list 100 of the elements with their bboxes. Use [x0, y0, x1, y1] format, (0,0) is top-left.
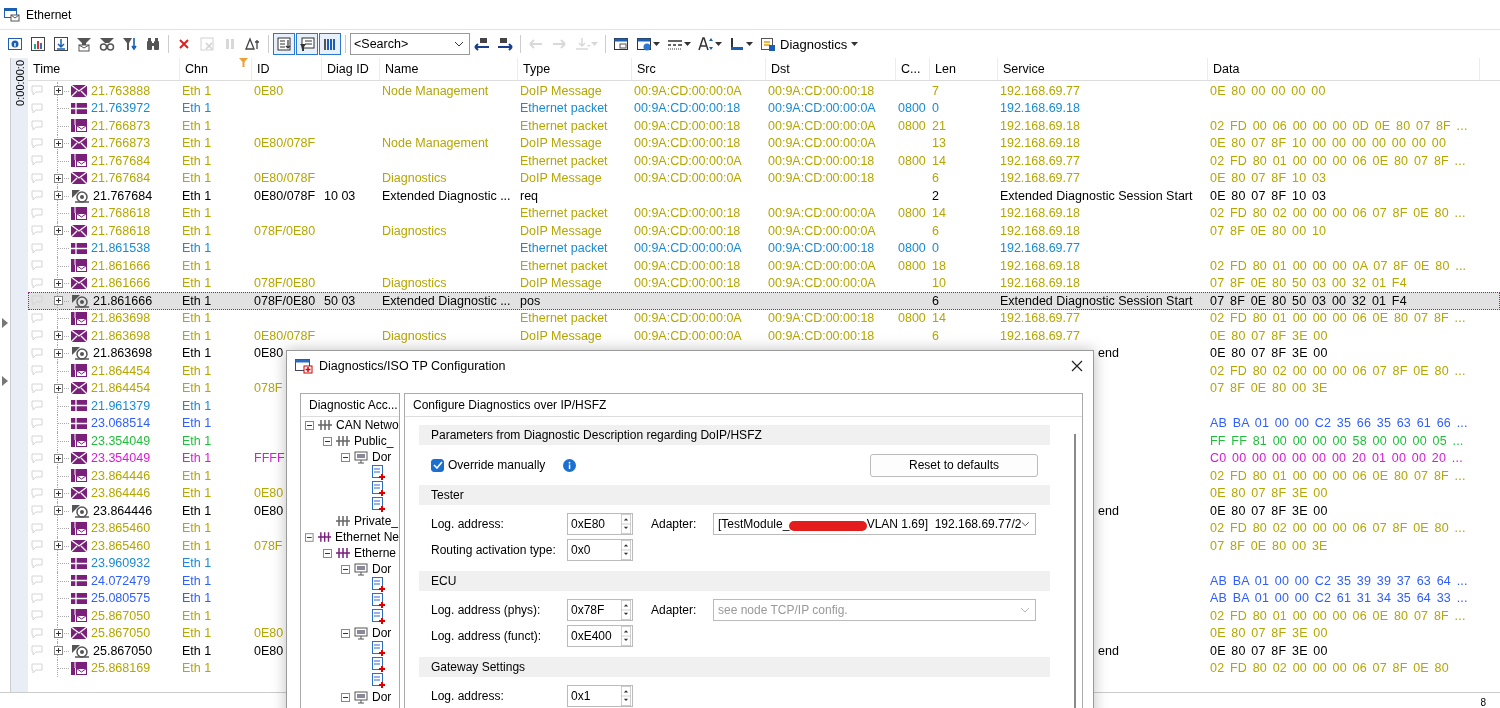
table-cell: 07 8F 0E 80 00 3E	[1210, 381, 1328, 396]
table-cell: 0	[932, 241, 939, 256]
table-cell: Eth 1	[182, 381, 212, 396]
table-cell: 0E 80 07 8F 3E 00	[1210, 626, 1328, 641]
table-cell: 21.961379	[91, 398, 151, 413]
table-cell: DoIP Message	[520, 328, 602, 343]
table-cell: 0E80	[254, 503, 284, 518]
table-cell: 0800	[898, 101, 926, 116]
table-cell: 192.168.69.18	[1000, 118, 1080, 133]
table-cell: Extended Diagnostic Session Start	[1000, 293, 1193, 308]
table-cell: 21.768618	[91, 223, 151, 238]
table-cell: 25.868169	[91, 661, 151, 676]
table-cell: 00:9A:CD:00:00:0A	[634, 311, 742, 326]
table-cell: 21.864454	[91, 381, 151, 396]
table-cell: AB BA 01 00 00 C2 35 39 39 37 63 64 ...	[1210, 573, 1468, 588]
table-cell: Eth 1	[182, 241, 212, 256]
table-cell: 24.072479	[91, 573, 151, 588]
table-cell: 02 FD 80 02 00 00 00 06 07 8F 0E 80 ...	[1210, 521, 1466, 536]
table-cell: 02 FD 80 02 00 00 00 06 07 8F 0E 80 ...	[1210, 363, 1466, 378]
table-cell: 00:9A:CD:00:00:0A	[634, 241, 742, 256]
table-cell: end	[1098, 346, 1119, 361]
table-cell: 00:9A:CD:00:00:18	[634, 118, 741, 133]
field-label: Log. address (phys):	[431, 603, 542, 617]
table-cell: 14	[932, 311, 946, 326]
table-cell: 6	[932, 171, 939, 186]
table-cell: 00:9A:CD:00:00:18	[768, 311, 875, 326]
table-cell: Eth 1	[182, 153, 212, 168]
table-cell: DoIP Message	[520, 136, 602, 151]
checkbox-label: Override manually	[448, 458, 546, 472]
table-cell: 07 8F 0E 80 00 10	[1210, 223, 1327, 238]
field-label: Adapter:	[651, 603, 698, 617]
table-cell: Eth 1	[182, 276, 212, 291]
table-cell: Eth 1	[182, 101, 212, 116]
table-cell: 192.168.69.77	[1000, 241, 1080, 256]
field-label: Log. address:	[431, 517, 505, 531]
section-header: Gateway Settings	[431, 660, 526, 674]
table-cell: 10 03	[324, 188, 356, 203]
table-cell: 192.168.69.18	[1000, 258, 1080, 273]
table-cell: 21.861666	[91, 258, 151, 273]
table-cell: Diagnostics	[382, 223, 447, 238]
table-cell: Extended Diagnostic ...	[382, 293, 511, 308]
table-cell: Eth 1	[182, 398, 212, 413]
table-cell: 192.168.69.77	[1000, 153, 1080, 168]
table-cell: 078F/0E80	[254, 223, 316, 238]
section-header: Tester	[431, 488, 464, 502]
table-cell: 0E80/078F	[254, 171, 316, 186]
table-cell: Eth 1	[182, 83, 212, 98]
table-cell: 23.865460	[91, 521, 151, 536]
table-cell: Eth 1	[182, 451, 212, 466]
table-cell: 00:9A:CD:00:00:18	[768, 241, 875, 256]
table-cell: 0800	[898, 118, 926, 133]
time-marker: 0:00:00:0	[13, 60, 26, 106]
table-cell: 21	[932, 118, 946, 133]
table-cell: 25.080575	[91, 591, 151, 606]
table-cell: 18	[932, 258, 946, 273]
table-cell: 00:9A:CD:00:00:0A	[768, 136, 876, 151]
pane-header: Configure Diagnostics over IP/HSFZ	[413, 398, 607, 412]
table-cell: 078F/0E80	[254, 276, 316, 291]
table-cell: FFFF	[254, 451, 285, 466]
table-cell: 6	[932, 223, 939, 238]
table-cell: 192.168.69.77	[1000, 83, 1080, 98]
table-cell: pos	[520, 293, 541, 308]
table-cell: 0E80/078F	[254, 136, 316, 151]
table-cell: Diagnostics	[382, 328, 447, 343]
table-cell: Node Management	[382, 136, 489, 151]
status-value: 8	[1480, 696, 1486, 708]
pane-header: Diagnostic Acc...	[309, 398, 398, 412]
table-cell: 192.168.69.77	[1000, 171, 1080, 186]
table-cell: 192.168.69.18	[1000, 223, 1080, 238]
table-cell: 23.960932	[91, 556, 151, 571]
table-cell: 21.864454	[91, 363, 151, 378]
table-cell: 50 03	[324, 293, 356, 308]
table-cell: 0E 80 07 8F 3E 00	[1210, 346, 1328, 361]
table-cell: 00:9A:CD:00:00:0A	[634, 153, 742, 168]
table-cell: 00:9A:CD:00:00:0A	[768, 223, 876, 238]
table-cell: 23.354049	[91, 451, 151, 466]
table-cell: 23.354049	[91, 433, 151, 448]
table-cell: Eth 1	[182, 293, 212, 308]
table-cell: 00:9A:CD:00:00:18	[768, 153, 875, 168]
table-cell: DoIP Message	[520, 83, 602, 98]
table-cell: 7	[932, 83, 939, 98]
table-cell: 21.863698	[91, 311, 151, 326]
table-cell: Eth 1	[182, 433, 212, 448]
table-cell: 0E80	[254, 83, 284, 98]
table-cell: Eth 1	[182, 538, 212, 553]
table-cell: 25.867050	[91, 608, 151, 623]
table-cell: Eth 1	[182, 311, 212, 326]
table-cell: Eth 1	[182, 363, 212, 378]
table-cell: 0E80/078F	[254, 328, 316, 343]
table-cell: Eth 1	[182, 346, 212, 361]
table-cell: 078F	[254, 381, 283, 396]
table-cell: 21.766873	[91, 118, 151, 133]
table-cell: 192.168.69.77	[1000, 311, 1080, 326]
table-cell: 25.867050	[91, 626, 151, 641]
table-cell: 00:9A:CD:00:00:18	[768, 328, 875, 343]
table-cell: 00:9A:CD:00:00:18	[634, 101, 741, 116]
table-cell: 6	[932, 328, 939, 343]
dialog-title: Diagnostics/ISO TP Configuration	[319, 359, 506, 373]
table-cell: Eth 1	[182, 486, 212, 501]
table-cell: Extended Diagnostic ...	[382, 188, 511, 203]
